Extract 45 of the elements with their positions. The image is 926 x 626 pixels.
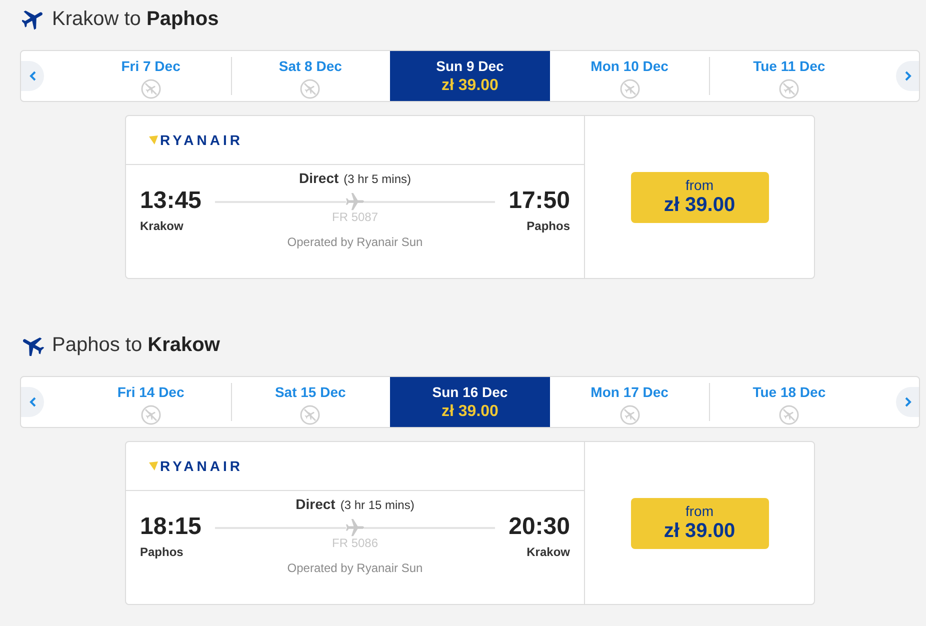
airline-name: RYANAIR bbox=[160, 458, 243, 474]
chevron-right-icon bbox=[904, 397, 912, 407]
price-button[interactable]: from zł 39.00 bbox=[630, 172, 768, 222]
no-flights-icon bbox=[300, 405, 320, 425]
no-flights-icon bbox=[300, 79, 320, 99]
airplane-icon bbox=[346, 193, 364, 211]
no-flights-icon bbox=[620, 79, 640, 99]
chevron-left-icon bbox=[28, 71, 36, 81]
logo-icon bbox=[149, 461, 158, 471]
no-flights-icon bbox=[140, 79, 161, 99]
flight-number: FR 5087 bbox=[332, 210, 378, 224]
arrival-city: Paphos bbox=[526, 218, 570, 234]
duration-label: (3 hr 5 mins) bbox=[344, 171, 412, 187]
date-tab[interactable]: Sun 16 Dec zł 39.00 bbox=[390, 377, 550, 427]
departure-city: Krakow bbox=[140, 218, 184, 234]
route-heading: Paphos to Krakow bbox=[52, 333, 220, 358]
stops-label: Direct bbox=[296, 496, 336, 512]
chevron-left-icon bbox=[28, 397, 36, 407]
logo-icon bbox=[149, 135, 158, 145]
next-dates-button[interactable] bbox=[896, 387, 919, 417]
flight-number: FR 5086 bbox=[332, 536, 378, 550]
duration-label: (3 hr 15 mins) bbox=[340, 497, 414, 513]
stops-label: Direct bbox=[298, 170, 339, 186]
no-flights-icon bbox=[779, 405, 800, 425]
arrival-city: Krakow bbox=[526, 544, 570, 560]
chevron-right-icon bbox=[904, 71, 912, 81]
airline-name: RYANAIR bbox=[160, 132, 243, 148]
operator-label: Operated by Ryanair Sun bbox=[287, 235, 423, 249]
departure-city: Paphos bbox=[140, 544, 184, 560]
operator-label: Operated by Ryanair Sun bbox=[287, 561, 423, 575]
arrival-time: 20:30 bbox=[508, 514, 570, 540]
previous-dates-button[interactable] bbox=[21, 61, 44, 91]
next-dates-button[interactable] bbox=[896, 61, 919, 91]
no-flights-icon bbox=[140, 405, 161, 425]
airplane-icon bbox=[22, 8, 44, 30]
arrival-time: 17:50 bbox=[508, 188, 570, 214]
date-tab[interactable]: Sun 9 Dec zł 39.00 bbox=[390, 51, 550, 101]
departure-time: 13:45 bbox=[140, 188, 202, 214]
route-heading: Krakow to Paphos bbox=[52, 7, 219, 32]
airplane-icon bbox=[346, 519, 364, 537]
departure-time: 18:15 bbox=[140, 514, 202, 540]
no-flights-icon bbox=[779, 79, 800, 99]
price-button[interactable]: from zł 39.00 bbox=[630, 498, 768, 548]
previous-dates-button[interactable] bbox=[21, 387, 44, 417]
no-flights-icon bbox=[620, 405, 640, 425]
